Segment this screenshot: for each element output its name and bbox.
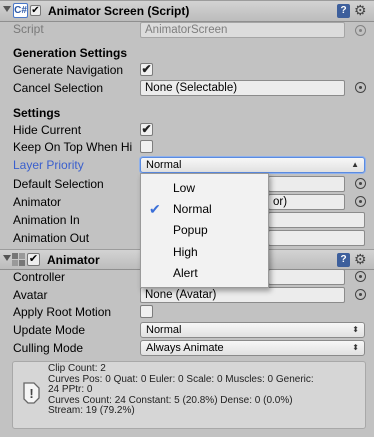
object-picker-icon[interactable] bbox=[355, 271, 366, 282]
update-mode-value: Normal bbox=[146, 324, 182, 336]
hide-current-label: Hide Current bbox=[13, 123, 82, 137]
help-book-icon[interactable]: ? bbox=[337, 253, 350, 267]
animation-in-label: Animation In bbox=[13, 213, 80, 227]
layer-priority-dropdown[interactable]: Normal ▲ bbox=[140, 157, 365, 173]
avatar-field[interactable]: None (Avatar) bbox=[140, 287, 345, 303]
animator-label: Animator bbox=[13, 195, 62, 209]
update-mode-label: Update Mode bbox=[13, 323, 86, 337]
culling-mode-value: Always Animate bbox=[146, 342, 224, 354]
default-selection-field[interactable] bbox=[268, 176, 345, 192]
apply-root-motion-label: Apply Root Motion bbox=[13, 305, 112, 319]
object-picker-icon[interactable] bbox=[355, 82, 366, 93]
foldout-arrow-icon[interactable] bbox=[3, 255, 11, 261]
cancel-selection-field[interactable]: None (Selectable) bbox=[140, 80, 345, 96]
cancel-selection-label: Cancel Selection bbox=[13, 81, 104, 95]
popup-option-low[interactable]: Low bbox=[141, 178, 268, 199]
settings-header: Settings bbox=[13, 106, 61, 120]
script-component-title: Animator Screen (Script) bbox=[48, 4, 190, 18]
popup-option-normal[interactable]: ✔ Normal bbox=[141, 199, 268, 220]
dropdown-arrows-icon: ▲ bbox=[351, 160, 359, 169]
animation-in-field[interactable] bbox=[268, 212, 365, 228]
animator-component-title: Animator bbox=[47, 253, 100, 267]
info-line: Stream: 19 (79.2%) bbox=[48, 405, 135, 416]
popup-option-alert[interactable]: Alert bbox=[141, 263, 268, 284]
dropdown-arrows-icon: ⬍ bbox=[352, 343, 359, 352]
component-enabled-checkbox[interactable]: ✔ bbox=[30, 5, 41, 16]
default-selection-label: Default Selection bbox=[13, 177, 104, 191]
layer-priority-label: Layer Priority bbox=[13, 158, 84, 172]
animation-out-field[interactable] bbox=[268, 230, 365, 246]
popup-option-label: Low bbox=[173, 181, 196, 195]
popup-option-label: Alert bbox=[173, 266, 198, 280]
svg-text:!: ! bbox=[29, 386, 33, 401]
script-field: AnimatorScreen bbox=[140, 22, 345, 38]
popup-option-label: High bbox=[173, 245, 198, 259]
keep-on-top-label: Keep On Top When Hi bbox=[13, 140, 133, 154]
avatar-value: None (Avatar) bbox=[145, 289, 217, 301]
avatar-label: Avatar bbox=[13, 288, 48, 302]
generation-settings-header: Generation Settings bbox=[13, 46, 128, 60]
check-icon: ✔ bbox=[141, 62, 152, 76]
generate-navigation-checkbox[interactable]: ✔ bbox=[140, 63, 153, 76]
popup-option-popup[interactable]: Popup bbox=[141, 220, 268, 241]
hide-current-checkbox[interactable]: ✔ bbox=[140, 123, 153, 136]
update-mode-dropdown[interactable]: Normal ⬍ bbox=[140, 322, 365, 338]
popup-option-high[interactable]: High bbox=[141, 242, 268, 263]
cancel-selection-value: None (Selectable) bbox=[145, 82, 238, 94]
info-line: 24 PPtr: 0 bbox=[48, 384, 93, 395]
object-picker-icon[interactable] bbox=[355, 196, 366, 207]
check-icon: ✔ bbox=[149, 201, 161, 217]
animator-field-value: or) bbox=[273, 196, 288, 208]
culling-mode-dropdown[interactable]: Always Animate ⬍ bbox=[140, 340, 365, 356]
controller-label: Controller bbox=[13, 270, 66, 284]
object-picker-icon[interactable] bbox=[355, 289, 366, 300]
keep-on-top-checkbox[interactable] bbox=[140, 140, 153, 153]
animator-info-box: ! Clip Count: 2 Curves Pos: 0 Quat: 0 Eu… bbox=[12, 361, 366, 429]
script-label: Script bbox=[13, 22, 44, 36]
culling-mode-label: Culling Mode bbox=[13, 341, 84, 355]
info-text: Clip Count: 2 Curves Pos: 0 Quat: 0 Eule… bbox=[48, 363, 314, 417]
object-picker-icon[interactable] bbox=[355, 178, 366, 189]
script-value: AnimatorScreen bbox=[145, 24, 228, 36]
animation-out-label: Animation Out bbox=[13, 231, 90, 245]
controller-field[interactable] bbox=[268, 269, 345, 285]
info-line: Clip Count: 2 bbox=[48, 363, 106, 374]
object-picker-icon[interactable] bbox=[355, 25, 366, 36]
animator-enabled-checkbox[interactable]: ✔ bbox=[27, 253, 40, 266]
popup-option-label: Normal bbox=[173, 202, 212, 216]
layer-priority-popup[interactable]: Low ✔ Normal Popup High Alert bbox=[140, 173, 269, 288]
info-icon: ! bbox=[19, 381, 43, 405]
animator-field[interactable]: or) bbox=[268, 194, 345, 210]
gear-icon[interactable]: ⚙ bbox=[354, 251, 367, 268]
help-book-icon[interactable]: ? bbox=[337, 4, 350, 18]
layer-priority-value: Normal bbox=[146, 159, 182, 171]
animator-icon bbox=[12, 253, 25, 266]
popup-option-label: Popup bbox=[173, 223, 208, 237]
script-component-header[interactable]: C# ✔ Animator Screen (Script) ? ⚙ bbox=[0, 0, 374, 22]
generate-navigation-label: Generate Navigation bbox=[13, 63, 124, 77]
script-icon: C# bbox=[13, 3, 28, 18]
dropdown-arrows-icon: ⬍ bbox=[352, 325, 359, 334]
apply-root-motion-checkbox[interactable] bbox=[140, 305, 153, 318]
foldout-arrow-icon[interactable] bbox=[3, 6, 11, 12]
gear-icon[interactable]: ⚙ bbox=[354, 2, 367, 19]
check-icon: ✔ bbox=[141, 122, 152, 136]
